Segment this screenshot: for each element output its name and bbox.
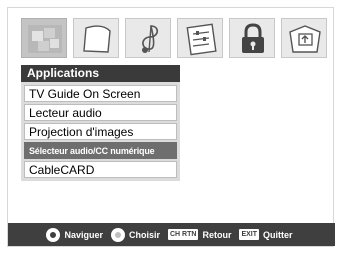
applications-menu: Applications TV Guide On Screen Lecteur … [21,65,180,181]
tv-menu-screen: Applications TV Guide On Screen Lecteur … [7,7,335,247]
menu-title: Applications [21,65,180,82]
menu-item-slideshow[interactable]: Projection d'images [24,123,177,140]
exit-key-icon: EXIT [239,229,260,240]
menu-list: TV Guide On Screen Lecteur audio Project… [21,82,180,181]
applications-icon[interactable] [21,18,67,58]
help-navigate-label: Naviguer [64,229,103,240]
help-exit-label: Quitter [263,229,293,240]
setup-icon[interactable] [177,18,223,58]
menu-item-cablecard[interactable]: CableCARD [24,161,177,178]
audio-icon[interactable] [125,18,171,58]
menu-item-audio-player[interactable]: Lecteur audio [24,104,177,121]
help-select-label: Choisir [128,229,160,240]
lock-icon[interactable] [229,18,275,58]
help-return-label: Retour [202,229,232,240]
select-button-icon [110,227,125,242]
preferences-icon[interactable] [281,18,327,58]
help-bar: Naviguer Choisir CH RTN Retour EXIT Quit… [8,223,335,246]
menu-item-tv-guide[interactable]: TV Guide On Screen [24,85,177,102]
picture-icon[interactable] [73,18,119,58]
menu-item-digital-audio-cc-selector[interactable]: Sélecteur audio/CC numérique [24,142,177,159]
ch-rtn-key-icon: CH RTN [168,229,199,240]
navigate-pad-icon [46,227,61,242]
category-icon-bar [21,18,331,60]
